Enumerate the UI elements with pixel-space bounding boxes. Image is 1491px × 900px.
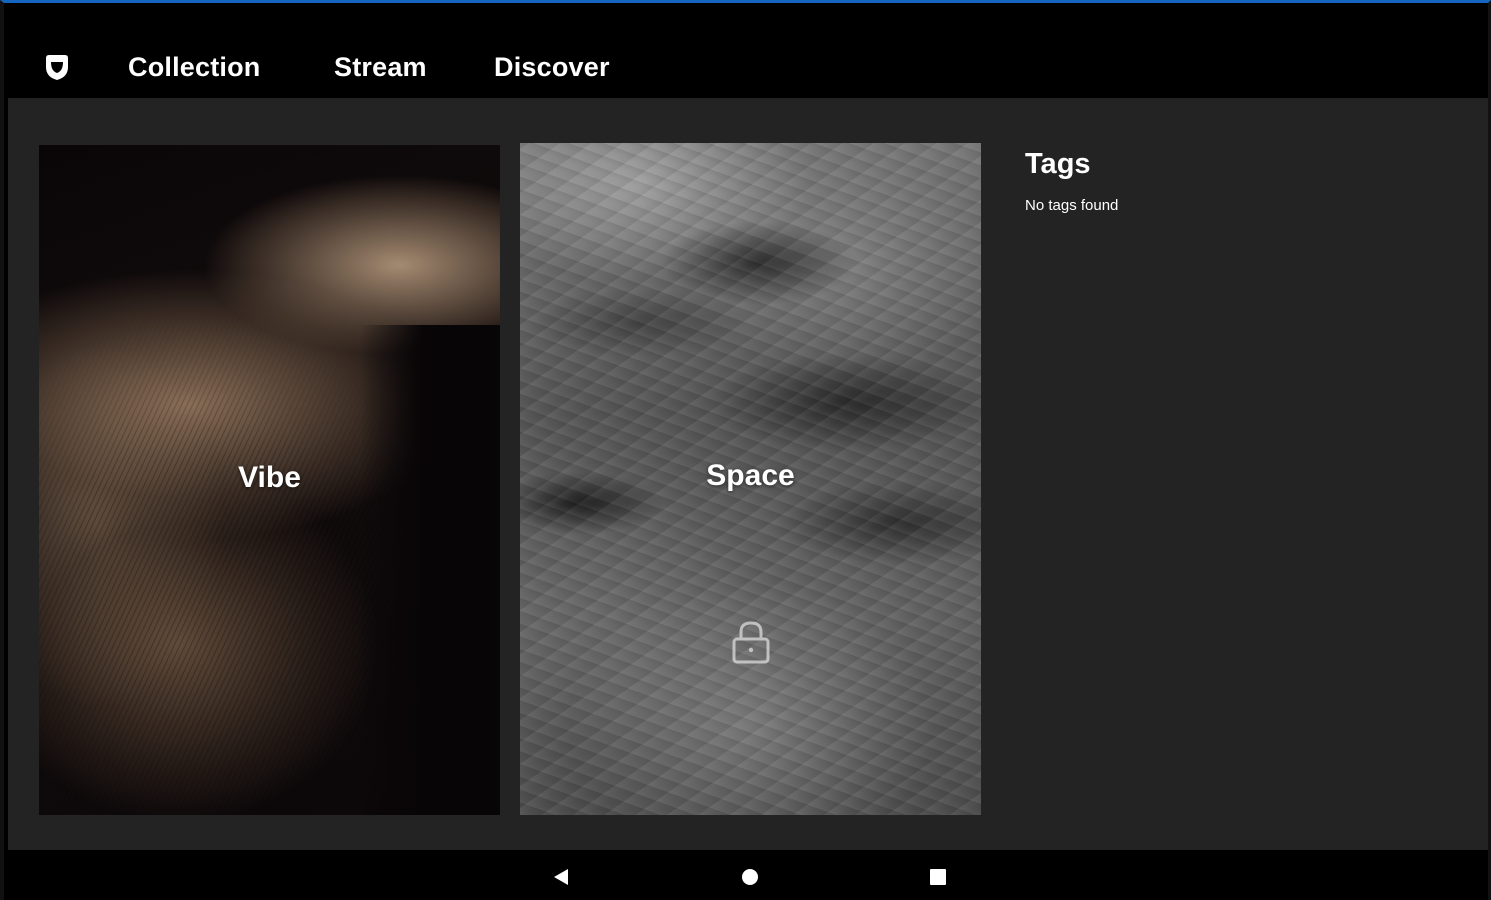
home-circle-icon[interactable] — [737, 864, 763, 890]
tags-panel: Tags No tags found — [1022, 148, 1462, 214]
tab-collection[interactable]: Collection — [127, 52, 262, 102]
collection-card-vibe[interactable]: Vibe — [39, 145, 500, 815]
lock-icon — [731, 619, 771, 665]
collection-card-space[interactable]: Space — [520, 143, 981, 815]
card-title: Vibe — [238, 461, 301, 494]
tags-empty-message: No tags found — [1025, 197, 1119, 214]
app-window: Collection Stream Discover Vibe Space Ta… — [0, 0, 1491, 900]
tab-discover[interactable]: Discover — [494, 52, 610, 92]
collection-content: Vibe Space Tags No tags found — [8, 98, 1488, 850]
tags-heading: Tags — [1025, 148, 1091, 180]
card-title: Space — [706, 459, 795, 492]
top-app-bar: Collection Stream Discover — [8, 6, 1488, 102]
tab-stream[interactable]: Stream — [334, 52, 427, 92]
system-navigation-bar — [8, 850, 1488, 900]
recents-square-icon[interactable] — [925, 864, 951, 890]
shield-logo-icon[interactable] — [42, 52, 72, 82]
back-triangle-icon[interactable] — [548, 864, 574, 890]
